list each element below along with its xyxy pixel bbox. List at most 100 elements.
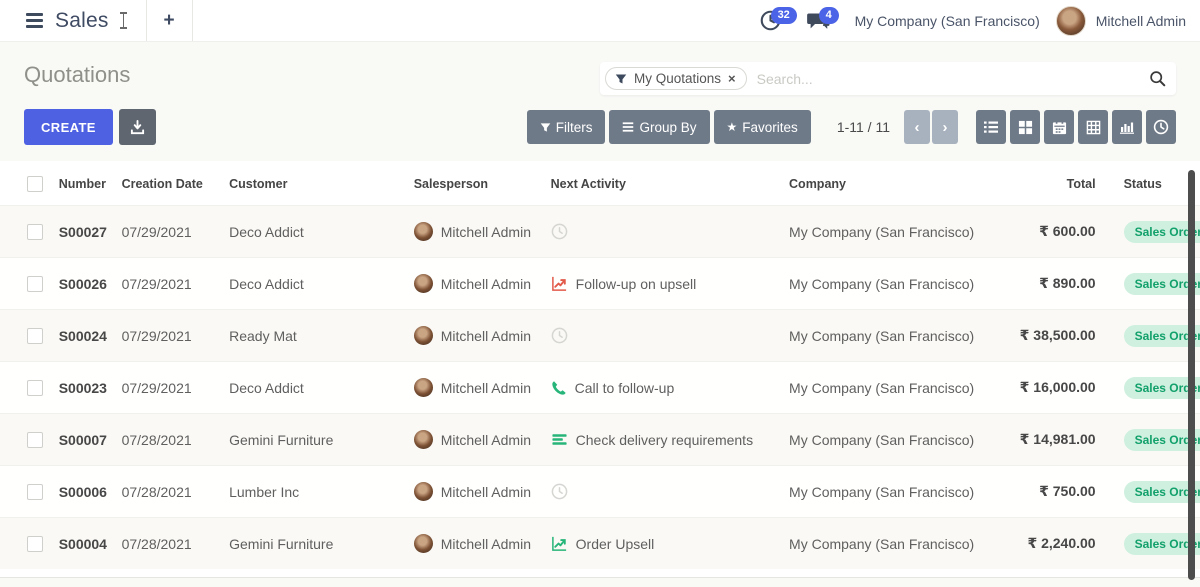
table-row[interactable]: S00006 07/28/2021 Lumber Inc Mitchell Ad… — [0, 466, 1200, 518]
salesperson-name: Mitchell Admin — [441, 276, 531, 292]
search-bar[interactable]: My Quotations × Search... — [600, 62, 1176, 95]
creation-date: 07/28/2021 — [114, 466, 222, 518]
salesperson-avatar — [414, 534, 433, 553]
col-header-creation-date[interactable]: Creation Date — [114, 161, 222, 206]
row-checkbox[interactable] — [27, 484, 43, 500]
export-button[interactable] — [119, 109, 156, 145]
total-amount: ₹ 600.00 — [996, 206, 1104, 258]
pager-range: 1-11 / 11 — [837, 119, 890, 135]
trend-up-red-icon[interactable] — [551, 275, 568, 292]
customer-name: Deco Addict — [221, 206, 406, 258]
trend-up-green-icon[interactable] — [551, 535, 568, 552]
table-row[interactable]: S00023 07/29/2021 Deco Addict Mitchell A… — [0, 362, 1200, 414]
creation-date: 07/28/2021 — [114, 518, 222, 570]
row-checkbox[interactable] — [27, 328, 43, 344]
kanban-view-button[interactable] — [1010, 110, 1040, 144]
total-amount: ₹ 38,500.00 — [996, 310, 1104, 362]
create-button[interactable]: CREATE — [24, 109, 113, 145]
activity-label: Check delivery requirements — [576, 432, 753, 448]
row-checkbox[interactable] — [27, 276, 43, 292]
quotation-number: S00026 — [51, 258, 114, 310]
filters-label: Filters — [556, 120, 593, 135]
company-name-cell: My Company (San Francisco) — [781, 414, 996, 466]
phone-icon[interactable] — [551, 380, 567, 396]
favorites-button[interactable]: ★ Favorites — [714, 110, 811, 144]
activity-clock-icon — [1153, 119, 1169, 135]
table-row[interactable]: S00024 07/29/2021 Ready Mat Mitchell Adm… — [0, 310, 1200, 362]
row-checkbox[interactable] — [27, 432, 43, 448]
bar-chart-icon — [1119, 119, 1135, 135]
salesperson-name: Mitchell Admin — [441, 536, 531, 552]
select-all-checkbox[interactable] — [27, 176, 43, 192]
company-switcher[interactable]: My Company (San Francisco) — [855, 13, 1040, 29]
text-cursor — [119, 12, 128, 29]
user-menu[interactable]: Mitchell Admin — [1096, 13, 1186, 29]
col-header-salesperson[interactable]: Salesperson — [406, 161, 543, 206]
search-icon[interactable] — [1149, 70, 1166, 87]
salesperson-avatar — [414, 274, 433, 293]
row-checkbox[interactable] — [27, 536, 43, 552]
quotations-list: Number Creation Date Customer Salesperso… — [0, 161, 1200, 578]
total-amount: ₹ 750.00 — [996, 466, 1104, 518]
salesperson-name: Mitchell Admin — [441, 328, 531, 344]
col-header-number[interactable]: Number — [51, 161, 114, 206]
search-facet[interactable]: My Quotations × — [605, 67, 747, 90]
group-by-button[interactable]: Group By — [609, 110, 709, 144]
top-navbar: Sales + 32 4 My Company (San Francisco) … — [0, 0, 1200, 42]
activity-count-badge: 32 — [771, 7, 797, 24]
pager-next-button[interactable]: › — [932, 110, 958, 144]
total-amount: ₹ 890.00 — [996, 258, 1104, 310]
facet-close-icon[interactable]: × — [728, 72, 736, 85]
list-view-button[interactable] — [976, 110, 1006, 144]
row-checkbox[interactable] — [27, 224, 43, 240]
page-title: Quotations — [24, 62, 130, 88]
col-header-total[interactable]: Total — [996, 161, 1104, 206]
view-switcher — [976, 110, 1176, 144]
table-row[interactable]: S00026 07/29/2021 Deco Addict Mitchell A… — [0, 258, 1200, 310]
vertical-scrollbar[interactable] — [1188, 170, 1195, 580]
salesperson-name: Mitchell Admin — [441, 484, 531, 500]
pager-previous-button[interactable]: ‹ — [904, 110, 930, 144]
row-checkbox[interactable] — [27, 380, 43, 396]
activity-clock-icon[interactable] — [551, 327, 568, 344]
salesperson-avatar — [414, 378, 433, 397]
tasks-icon[interactable] — [551, 431, 568, 448]
search-input[interactable]: Search... — [757, 71, 1149, 87]
col-header-customer[interactable]: Customer — [221, 161, 406, 206]
filters-button[interactable]: Filters — [527, 110, 606, 144]
quotation-number: S00007 — [51, 414, 114, 466]
table-row[interactable]: S00004 07/28/2021 Gemini Furniture Mitch… — [0, 518, 1200, 570]
salesperson-name: Mitchell Admin — [441, 380, 531, 396]
activity-clock-icon[interactable] — [551, 223, 568, 240]
new-tab-button[interactable]: + — [147, 0, 193, 41]
creation-date: 07/29/2021 — [114, 310, 222, 362]
filter-funnel-icon — [540, 122, 551, 133]
user-avatar[interactable] — [1056, 6, 1086, 36]
table-row[interactable]: S00027 07/29/2021 Deco Addict Mitchell A… — [0, 206, 1200, 258]
messages-button[interactable]: 4 — [807, 9, 831, 33]
calendar-view-button[interactable] — [1044, 110, 1074, 144]
hamburger-menu-icon[interactable] — [26, 13, 43, 28]
col-header-company[interactable]: Company — [781, 161, 996, 206]
customer-name: Lumber Inc — [221, 466, 406, 518]
app-title[interactable]: Sales — [55, 9, 109, 33]
total-amount: ₹ 14,981.00 — [996, 414, 1104, 466]
company-name-cell: My Company (San Francisco) — [781, 362, 996, 414]
app-menu-tab[interactable]: Sales — [0, 0, 147, 41]
group-by-icon — [622, 121, 634, 133]
graph-view-button[interactable] — [1112, 110, 1142, 144]
customer-name: Gemini Furniture — [221, 518, 406, 570]
company-name-cell: My Company (San Francisco) — [781, 206, 996, 258]
table-row[interactable]: S00007 07/28/2021 Gemini Furniture Mitch… — [0, 414, 1200, 466]
col-header-status[interactable]: Status — [1104, 161, 1200, 206]
calendar-icon — [1052, 120, 1067, 135]
pivot-view-button[interactable] — [1078, 110, 1108, 144]
salesperson-avatar — [414, 326, 433, 345]
activity-view-button[interactable] — [1146, 110, 1176, 144]
salesperson-avatar — [414, 222, 433, 241]
activities-button[interactable]: 32 — [759, 9, 783, 33]
col-header-next-activity[interactable]: Next Activity — [543, 161, 781, 206]
customer-name: Deco Addict — [221, 258, 406, 310]
favorites-label: Favorites — [742, 120, 798, 135]
activity-clock-icon[interactable] — [551, 483, 568, 500]
